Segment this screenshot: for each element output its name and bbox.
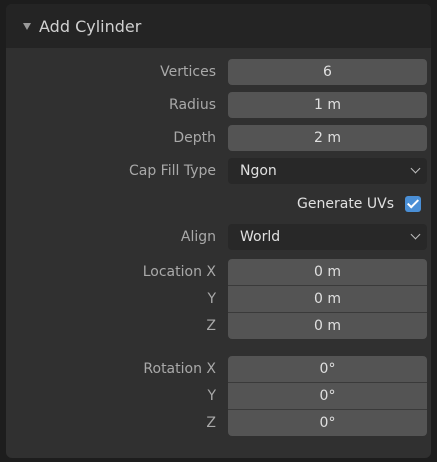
radius-label: Radius: [169, 97, 216, 113]
generate-uvs-label: Generate UVs: [297, 196, 394, 212]
cap-fill-type-label: Cap Fill Type: [128, 163, 216, 179]
depth-field[interactable]: 2 m: [228, 125, 427, 151]
operator-panel: Add Cylinder Vertices 6 Radius 1 m Depth…: [6, 4, 431, 458]
rotation-z-label: Z: [206, 415, 216, 431]
field-divider: [228, 312, 427, 313]
radius-row: Radius 1 m: [6, 92, 431, 118]
vertices-field[interactable]: 6: [228, 59, 427, 85]
rotation-y-row: Y 0°: [6, 383, 431, 409]
rotation-x-label: Rotation X: [143, 361, 216, 377]
chevron-down-icon: [410, 229, 421, 240]
field-divider: [228, 285, 427, 286]
rotation-x-row: Rotation X 0°: [6, 356, 431, 382]
rotation-x-field[interactable]: 0°: [228, 356, 427, 382]
location-z-label: Z: [206, 318, 216, 334]
generate-uvs-checkbox[interactable]: [405, 196, 421, 212]
location-y-field[interactable]: 0 m: [228, 286, 427, 312]
panel-header[interactable]: Add Cylinder: [6, 4, 431, 48]
location-z-row: Z 0 m: [6, 313, 431, 339]
rotation-y-label: Y: [207, 388, 216, 404]
cap-fill-type-row: Cap Fill Type Ngon: [6, 158, 431, 184]
rotation-z-row: Z 0°: [6, 410, 431, 436]
location-x-field[interactable]: 0 m: [228, 259, 427, 285]
align-dropdown[interactable]: World: [228, 224, 427, 250]
radius-field[interactable]: 1 m: [228, 92, 427, 118]
field-divider: [228, 409, 427, 410]
rotation-z-field[interactable]: 0°: [228, 410, 427, 436]
cap-fill-type-dropdown[interactable]: Ngon: [228, 158, 427, 184]
rotation-y-field[interactable]: 0°: [228, 383, 427, 409]
panel-title: Add Cylinder: [39, 16, 142, 36]
chevron-down-icon: [410, 163, 421, 174]
collapse-triangle-icon[interactable]: [23, 22, 31, 30]
align-value: World: [240, 229, 281, 245]
location-x-row: Location X 0 m: [6, 259, 431, 285]
generate-uvs-row[interactable]: Generate UVs: [6, 191, 431, 217]
cap-fill-type-value: Ngon: [240, 163, 277, 179]
depth-label: Depth: [173, 130, 216, 146]
location-y-label: Y: [207, 291, 216, 307]
depth-row: Depth 2 m: [6, 125, 431, 151]
location-z-field[interactable]: 0 m: [228, 313, 427, 339]
vertices-row: Vertices 6: [6, 59, 431, 85]
align-row: Align World: [6, 224, 431, 250]
location-x-label: Location X: [142, 264, 216, 280]
align-label: Align: [180, 229, 216, 245]
location-y-row: Y 0 m: [6, 286, 431, 312]
vertices-label: Vertices: [160, 64, 216, 80]
field-divider: [228, 382, 427, 383]
